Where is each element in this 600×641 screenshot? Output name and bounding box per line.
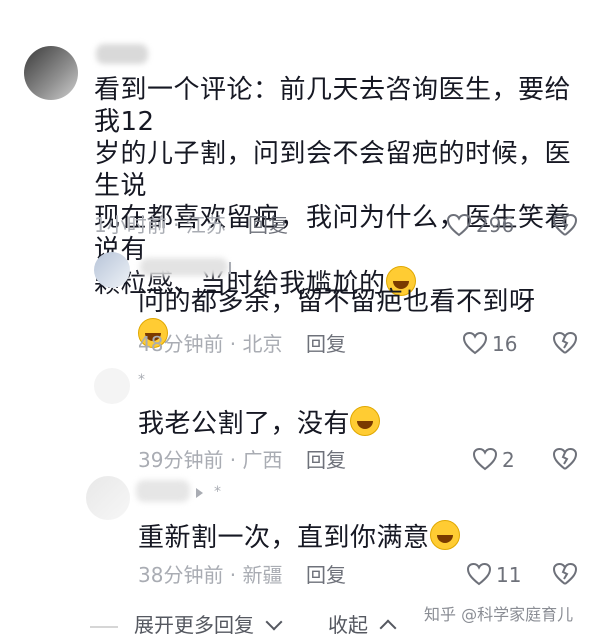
- reply-button[interactable]: 回复: [306, 331, 346, 357]
- like-heart-icon[interactable]: [472, 447, 498, 471]
- time-location: 48分钟前 · 北京: [138, 332, 283, 356]
- expand-label: 展开更多回复: [134, 613, 254, 637]
- comment-line: 岁的儿子割，问到会不会留疤的时候，医生说: [94, 139, 572, 201]
- reply-button[interactable]: 回复: [306, 562, 346, 588]
- crying-laughing-emoji-icon: [350, 406, 381, 436]
- avatar[interactable]: [24, 46, 78, 100]
- dislike-broken-heart-icon[interactable]: [552, 447, 578, 471]
- reply-text: 重新割一次，直到你满意: [138, 520, 558, 554]
- collapse-label: 收起: [328, 613, 368, 637]
- reply-text-content: 重新割一次，直到你满意: [138, 523, 430, 553]
- chevron-down-icon: [265, 613, 283, 631]
- reply-text-content: 问的都多余，留不留疤也看不到呀: [138, 287, 536, 317]
- author-marker: [229, 262, 239, 274]
- like-count: 16: [492, 332, 518, 356]
- username-blurred[interactable]: [96, 44, 148, 64]
- comment-line: 看到一个评论：前几天去咨询医生，要给我12: [94, 75, 572, 137]
- reply-text-content: 我老公割了，没有: [138, 409, 351, 439]
- like-heart-icon[interactable]: [462, 331, 488, 355]
- time-location: 1小时前 · 江苏: [94, 213, 226, 237]
- winking-tongue-emoji-icon: [429, 520, 460, 550]
- username-asterisk: *: [214, 484, 221, 500]
- dislike-broken-heart-icon[interactable]: [552, 331, 578, 355]
- collapse-button[interactable]: 收起: [328, 612, 397, 638]
- reply-button[interactable]: 回复: [248, 212, 288, 238]
- watermark: 知乎 @科学家庭育儿: [424, 605, 574, 624]
- dislike-broken-heart-icon[interactable]: [552, 213, 578, 237]
- like-heart-icon[interactable]: [466, 562, 492, 586]
- avatar[interactable]: [94, 368, 130, 404]
- time-location: 38分钟前 · 新疆: [138, 563, 283, 587]
- chevron-up-icon: [379, 619, 397, 637]
- reply-to-arrow-icon: [196, 488, 203, 498]
- reply-text: 我老公割了，没有: [138, 406, 558, 440]
- reply-button[interactable]: 回复: [306, 447, 346, 473]
- dislike-broken-heart-icon[interactable]: [552, 562, 578, 586]
- divider: [90, 626, 118, 628]
- like-count: 296: [476, 213, 515, 237]
- expand-more-replies-button[interactable]: 展开更多回复: [134, 612, 283, 638]
- avatar[interactable]: [86, 476, 130, 520]
- avatar[interactable]: [94, 252, 130, 288]
- username-asterisk: *: [138, 372, 145, 388]
- time-location: 39分钟前 · 广西: [138, 448, 283, 472]
- username-blurred[interactable]: [140, 258, 228, 276]
- like-count: 11: [496, 563, 522, 587]
- username-blurred[interactable]: [136, 480, 190, 502]
- like-heart-icon[interactable]: [446, 213, 472, 237]
- like-count: 2: [502, 448, 515, 472]
